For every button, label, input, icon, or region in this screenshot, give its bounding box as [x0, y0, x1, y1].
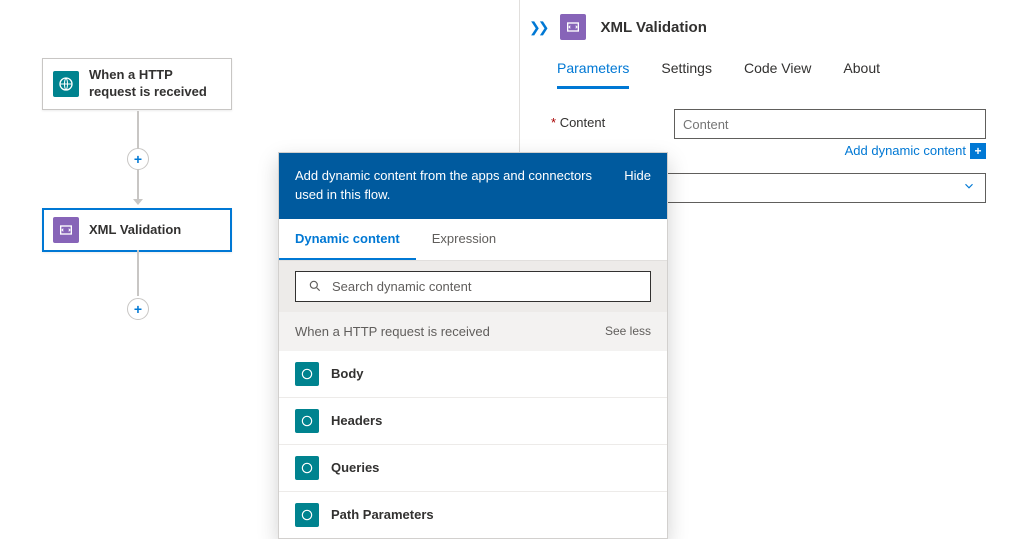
dc-item-body[interactable]: Body — [279, 351, 667, 398]
tab-settings[interactable]: Settings — [661, 60, 712, 89]
http-icon — [53, 71, 79, 97]
search-row — [279, 261, 667, 312]
http-icon — [295, 362, 319, 386]
add-step-button[interactable]: + — [127, 298, 149, 320]
xml-icon — [53, 217, 79, 243]
arrow-down-icon — [133, 199, 143, 205]
group-header: When a HTTP request is received See less — [279, 312, 667, 351]
panel-title: XML Validation — [600, 19, 706, 36]
expand-panel-icon[interactable]: ❯❯ — [529, 19, 546, 36]
tab-about[interactable]: About — [843, 60, 880, 89]
add-step-button[interactable]: + — [127, 148, 149, 170]
http-icon — [295, 503, 319, 527]
popup-tabs: Dynamic content Expression — [279, 219, 667, 261]
tab-code-view[interactable]: Code View — [744, 60, 811, 89]
tab-parameters[interactable]: Parameters — [557, 60, 629, 89]
plus-badge-icon: + — [970, 143, 986, 159]
content-label: * Content — [551, 109, 666, 130]
panel-tabs: Parameters Settings Code View About — [521, 46, 1010, 89]
dc-item-label: Body — [331, 366, 364, 381]
tab-dynamic-content[interactable]: Dynamic content — [279, 219, 416, 260]
see-less-button[interactable]: See less — [605, 324, 651, 338]
node-label: XML Validation — [89, 222, 181, 239]
xml-icon — [560, 14, 586, 40]
dc-item-label: Queries — [331, 460, 379, 475]
dc-item-queries[interactable]: Queries — [279, 445, 667, 492]
search-input[interactable] — [332, 279, 638, 294]
http-icon — [295, 456, 319, 480]
tab-expression[interactable]: Expression — [416, 219, 512, 260]
field-content: * Content — [551, 109, 986, 139]
panel-header: ❯❯ XML Validation — [521, 0, 1010, 46]
dc-item-headers[interactable]: Headers — [279, 398, 667, 445]
hide-button[interactable]: Hide — [624, 167, 651, 186]
dc-item-label: Headers — [331, 413, 382, 428]
add-dynamic-content-link[interactable]: Add dynamic content+ — [845, 143, 986, 158]
dynamic-content-popup: Add dynamic content from the apps and co… — [278, 152, 668, 539]
trigger-node-http-request[interactable]: When a HTTP request is received — [42, 58, 232, 110]
connector-line — [137, 250, 139, 296]
group-title: When a HTTP request is received — [295, 324, 490, 339]
content-input[interactable] — [674, 109, 986, 139]
dc-item-path-parameters[interactable]: Path Parameters — [279, 492, 667, 538]
popup-header-text: Add dynamic content from the apps and co… — [295, 167, 604, 205]
popup-header: Add dynamic content from the apps and co… — [279, 153, 667, 219]
search-box[interactable] — [295, 271, 651, 302]
http-icon — [295, 409, 319, 433]
dc-item-label: Path Parameters — [331, 507, 434, 522]
node-label: When a HTTP request is received — [89, 67, 221, 101]
search-icon — [308, 279, 322, 293]
action-node-xml-validation[interactable]: XML Validation — [42, 208, 232, 252]
